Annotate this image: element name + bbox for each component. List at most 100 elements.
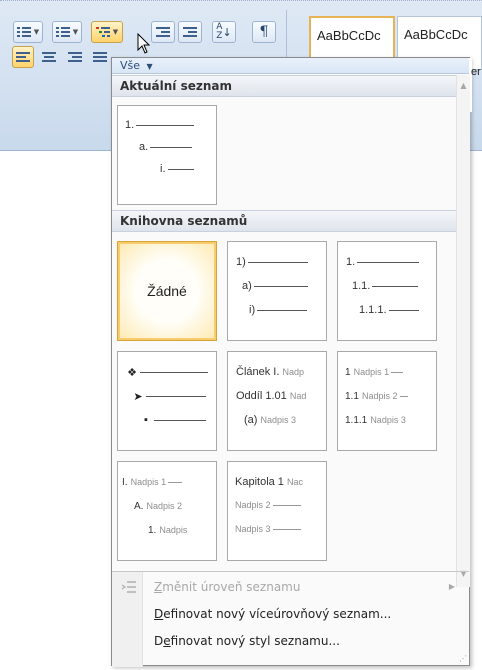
tile-line-muted: Nadpis xyxy=(159,525,188,535)
decrease-indent-icon xyxy=(156,26,170,38)
justify-button[interactable] xyxy=(90,46,110,68)
increase-indent-button[interactable] xyxy=(178,21,202,43)
tile-line-label: 1.1 xyxy=(345,390,359,402)
filter-label: Vše xyxy=(120,59,141,72)
accelerator-key: e xyxy=(163,634,171,648)
tile-line-label: Kapitola 1 xyxy=(235,476,284,488)
tile-line-muted: Nadpis 2 xyxy=(235,500,271,510)
numbering-button[interactable]: ▼ xyxy=(52,21,82,43)
tile-line-label: i) xyxy=(249,304,256,316)
chevron-down-icon: ▼ xyxy=(112,28,119,36)
library-tile-chapter-heading[interactable]: Kapitola 1 Nac Nadpis 2 Nadpis 3 xyxy=(227,461,327,561)
submenu-arrow-icon: ▶ xyxy=(448,582,455,591)
menu-item-label-rest: měnit úroveň seznamu xyxy=(162,580,301,594)
gallery-filter-dropdown[interactable]: Vše ▼ xyxy=(112,58,469,74)
library-tile-heading-decimal[interactable]: 1 Nadpis 1 1.1 Nadpis 2 1.1.1 Nadpis 3 xyxy=(337,351,437,451)
align-right-button[interactable] xyxy=(64,46,86,68)
tile-line-label: 1. xyxy=(346,256,356,268)
tile-line-muted: Nadpis 3 xyxy=(235,524,271,534)
tile-line-label: a. xyxy=(139,141,149,153)
define-new-multilevel-list-menu-item[interactable]: Definovat nový víceúrovňový seznam... xyxy=(112,603,469,625)
numbering-icon xyxy=(55,26,70,38)
change-level-icon xyxy=(121,581,136,593)
menu-item-label-rest: finovat nový styl seznamu... xyxy=(170,634,340,648)
chevron-down-icon: ▼ xyxy=(33,28,40,36)
tile-line-muted: Nadpis 1 xyxy=(130,477,167,487)
tile-none-label: Žádné xyxy=(147,283,187,299)
tile-line-label: i. xyxy=(160,163,166,175)
current-list-tile[interactable]: 1. a. i. xyxy=(117,105,217,205)
tile-line-muted: Nadpis 3 xyxy=(370,415,406,425)
library-tile-bullets[interactable]: ❖ ➤ ▪ xyxy=(117,351,217,451)
menu-item-label: Definovat nový víceúrovňový seznam... xyxy=(154,603,391,625)
mouse-cursor-icon xyxy=(137,33,151,54)
arrow-down-icon: ↓ xyxy=(222,25,232,39)
multilevel-list-icon xyxy=(95,26,110,38)
tile-line-label: Oddíl 1.01 xyxy=(236,390,287,402)
tile-line-label: Článek I. xyxy=(236,366,280,378)
align-left-button[interactable] xyxy=(12,46,34,68)
sort-button[interactable]: AZ ↓ xyxy=(212,21,236,43)
ribbon-top-border xyxy=(0,0,482,2)
change-list-level-menu-item[interactable]: Změnit úroveň seznamu ▶ xyxy=(112,576,469,598)
library-tile-roman-heading[interactable]: I. Nadpis 1 A. Nadpis 2 1. Nadpis xyxy=(117,461,217,561)
style-tile-partial-label: er xyxy=(471,66,481,78)
menu-item-label-rest: efinovat nový víceúrovňový seznam... xyxy=(163,607,392,621)
tile-line-label: 1. xyxy=(148,524,157,536)
tile-line-muted: Nadpis 2 xyxy=(146,501,183,511)
multilevel-list-button[interactable]: ▼ xyxy=(91,21,123,43)
bullets-button[interactable]: ▼ xyxy=(13,21,43,43)
scroll-up-icon[interactable]: ▲ xyxy=(457,81,470,90)
decrease-indent-button[interactable] xyxy=(151,21,175,43)
library-tile-none[interactable]: Žádné xyxy=(117,241,217,341)
library-tile-decimal-outline[interactable]: 1. 1.1. 1.1.1. xyxy=(337,241,437,341)
tile-line-muted: Nadpis 3 xyxy=(260,415,297,425)
gallery-scrollbar[interactable]: ▲ ▼ xyxy=(456,75,470,587)
tile-line-muted: Nadpis 1 xyxy=(353,367,390,377)
define-new-list-style-menu-item[interactable]: Definovat nový styl seznamu... xyxy=(112,630,469,652)
bullets-icon xyxy=(16,26,31,38)
library-tile-article-section[interactable]: Článek I. Nadp Oddíl 1.01 Nad (a) Nadpis… xyxy=(227,351,327,451)
section-header-list-library: Knihovna seznamů xyxy=(112,210,456,232)
square-bullet-icon: ▪ xyxy=(144,414,148,426)
align-right-icon xyxy=(68,51,82,63)
justify-icon xyxy=(93,51,107,63)
menu-item-label: Změnit úroveň seznamu xyxy=(154,576,300,598)
show-formatting-button[interactable]: ¶ xyxy=(252,21,276,43)
tile-line-label: I. xyxy=(122,476,128,488)
tile-line-label: 1. xyxy=(125,119,135,131)
chevron-down-icon: ▼ xyxy=(72,28,79,36)
section-header-current-list: Aktuální seznam xyxy=(112,75,456,97)
tile-line-muted: Nadp xyxy=(282,367,304,377)
increase-indent-icon xyxy=(183,26,197,38)
tile-line-muted: Nad xyxy=(289,391,307,401)
align-center-button[interactable] xyxy=(38,46,60,68)
tile-line-label: 1.1.1 xyxy=(345,414,368,426)
multilevel-list-gallery: Vše ▼ Aktuální seznam 1. a. i. Knihovna … xyxy=(111,57,472,667)
section-title: Knihovna seznamů xyxy=(120,214,248,228)
pilcrow-icon: ¶ xyxy=(259,24,269,40)
menu-item-label: Definovat nový styl seznamu... xyxy=(154,630,340,652)
tile-line-label: 1 xyxy=(345,366,351,378)
menu-item-label-pre: D xyxy=(154,634,164,648)
tile-line-label: A. xyxy=(134,500,144,512)
tile-line-label: 1.1. xyxy=(352,280,371,292)
resize-grip-icon[interactable]: ⋰ xyxy=(459,654,467,663)
tile-line-muted: Nadpis 2 xyxy=(361,391,398,401)
tile-line-label: 1.1.1. xyxy=(359,304,387,316)
tile-line-label: (a) xyxy=(244,414,258,426)
accelerator-key: Z xyxy=(154,580,163,594)
accelerator-key: D xyxy=(154,607,164,621)
chevron-down-icon: ▼ xyxy=(146,62,153,71)
align-center-icon xyxy=(42,51,56,63)
style-tile-label: AaBbCcDc xyxy=(404,27,468,42)
style-tile-label: AaBbCcDc xyxy=(317,28,381,43)
tile-line-muted: Nac xyxy=(287,477,304,487)
arrow-bullet-icon: ➤ xyxy=(133,391,143,403)
diamond-bullet-icon: ❖ xyxy=(127,367,137,379)
align-left-icon xyxy=(16,51,30,63)
menu-separator xyxy=(112,571,469,572)
tile-line-label: a) xyxy=(242,280,252,292)
tile-line-label: 1) xyxy=(236,256,246,268)
library-tile-parenthesized[interactable]: 1) a) i) xyxy=(227,241,327,341)
